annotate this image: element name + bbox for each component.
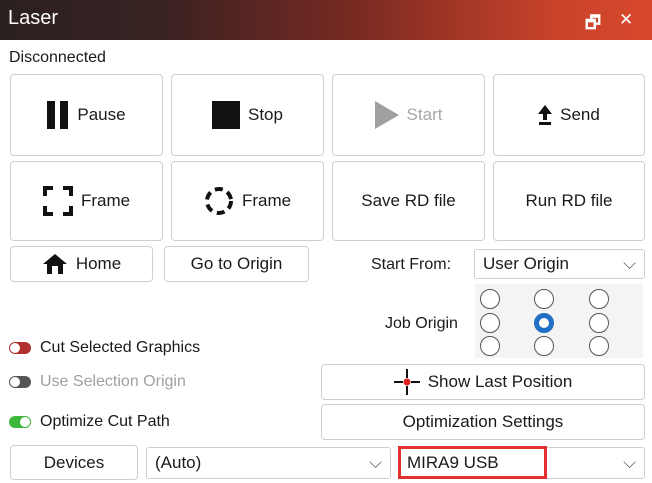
pause-button[interactable]: Pause <box>10 74 163 156</box>
cut-selected-label: Cut Selected Graphics <box>40 339 201 356</box>
start-from-select[interactable]: User Origin ⌵ <box>474 249 645 279</box>
save-rd-file-button[interactable]: Save RD file <box>332 161 485 241</box>
play-icon <box>374 101 399 129</box>
origin-radio-bottom-center[interactable] <box>534 336 554 356</box>
optimize-cut-path-label: Optimize Cut Path <box>40 413 170 430</box>
job-origin-grid <box>475 284 643 358</box>
toggle-knob <box>20 417 30 427</box>
origin-radio-top-left[interactable] <box>480 289 500 309</box>
cut-selected-toggle[interactable] <box>9 342 31 354</box>
toggle-knob <box>10 377 20 387</box>
devices-label: Devices <box>43 452 105 472</box>
window-title: Laser <box>8 7 59 29</box>
origin-radio-bottom-left[interactable] <box>480 336 500 356</box>
origin-radio-middle-left[interactable] <box>480 313 500 333</box>
frame-button[interactable]: Frame <box>10 161 163 241</box>
window-titlebar: Laser 🗗 ✕ <box>0 0 652 40</box>
go-to-origin-label: Go to Origin <box>190 254 283 273</box>
job-origin-label: Job Origin <box>385 315 458 332</box>
stop-button[interactable]: Stop <box>171 74 324 156</box>
run-rd-label: Run RD file <box>525 191 613 210</box>
device-port-highlight <box>398 446 547 479</box>
crosshair-icon <box>393 369 420 395</box>
start-from-value: User Origin <box>483 254 569 273</box>
stop-icon <box>212 101 240 129</box>
use-selection-origin-toggle[interactable] <box>9 376 31 388</box>
origin-radio-top-center[interactable] <box>534 289 554 309</box>
run-rd-file-button[interactable]: Run RD file <box>493 161 645 241</box>
stop-label: Stop <box>248 105 283 124</box>
optimization-settings-label: Optimization Settings <box>402 412 564 431</box>
home-button[interactable]: Home <box>10 246 153 282</box>
upload-arrow-icon <box>538 105 553 125</box>
home-label: Home <box>75 254 122 273</box>
chevron-down-icon: ⌵ <box>369 453 382 472</box>
close-icon[interactable]: ✕ <box>619 10 633 30</box>
use-selection-origin-label: Use Selection Origin <box>40 373 186 390</box>
optimization-settings-button[interactable]: Optimization Settings <box>321 404 645 440</box>
send-label: Send <box>560 105 600 124</box>
toggle-knob <box>10 343 20 353</box>
dashed-circle-icon <box>204 187 233 215</box>
pause-label: Pause <box>77 105 126 124</box>
device-mode-value: (Auto) <box>155 453 202 472</box>
devices-button[interactable]: Devices <box>10 445 138 480</box>
device-mode-select[interactable]: (Auto) ⌵ <box>146 447 391 479</box>
save-rd-label: Save RD file <box>361 191 456 210</box>
restore-icon[interactable]: 🗗 <box>585 10 601 39</box>
show-last-position-label: Show Last Position <box>427 372 573 391</box>
frame-label: Frame <box>80 191 131 210</box>
frame-circle-button[interactable]: Frame <box>171 161 324 241</box>
start-button[interactable]: Start <box>332 74 485 156</box>
home-icon <box>42 254 67 274</box>
frame-corners-icon <box>42 186 73 216</box>
pause-icon <box>47 101 69 129</box>
chevron-down-icon: ⌵ <box>623 453 636 472</box>
origin-radio-center[interactable] <box>534 313 554 333</box>
origin-radio-top-right[interactable] <box>589 289 609 309</box>
connection-status: Disconnected <box>9 49 106 66</box>
optimize-cut-path-toggle[interactable] <box>9 416 31 428</box>
start-from-label: Start From: <box>371 256 452 273</box>
frame-circle-label: Frame <box>241 191 292 210</box>
go-to-origin-button[interactable]: Go to Origin <box>164 246 309 282</box>
chevron-down-icon: ⌵ <box>623 254 636 273</box>
show-last-position-button[interactable]: Show Last Position <box>321 364 645 400</box>
send-button[interactable]: Send <box>493 74 645 156</box>
origin-radio-bottom-right[interactable] <box>589 336 609 356</box>
start-label: Start <box>406 105 443 124</box>
origin-radio-middle-right[interactable] <box>589 313 609 333</box>
